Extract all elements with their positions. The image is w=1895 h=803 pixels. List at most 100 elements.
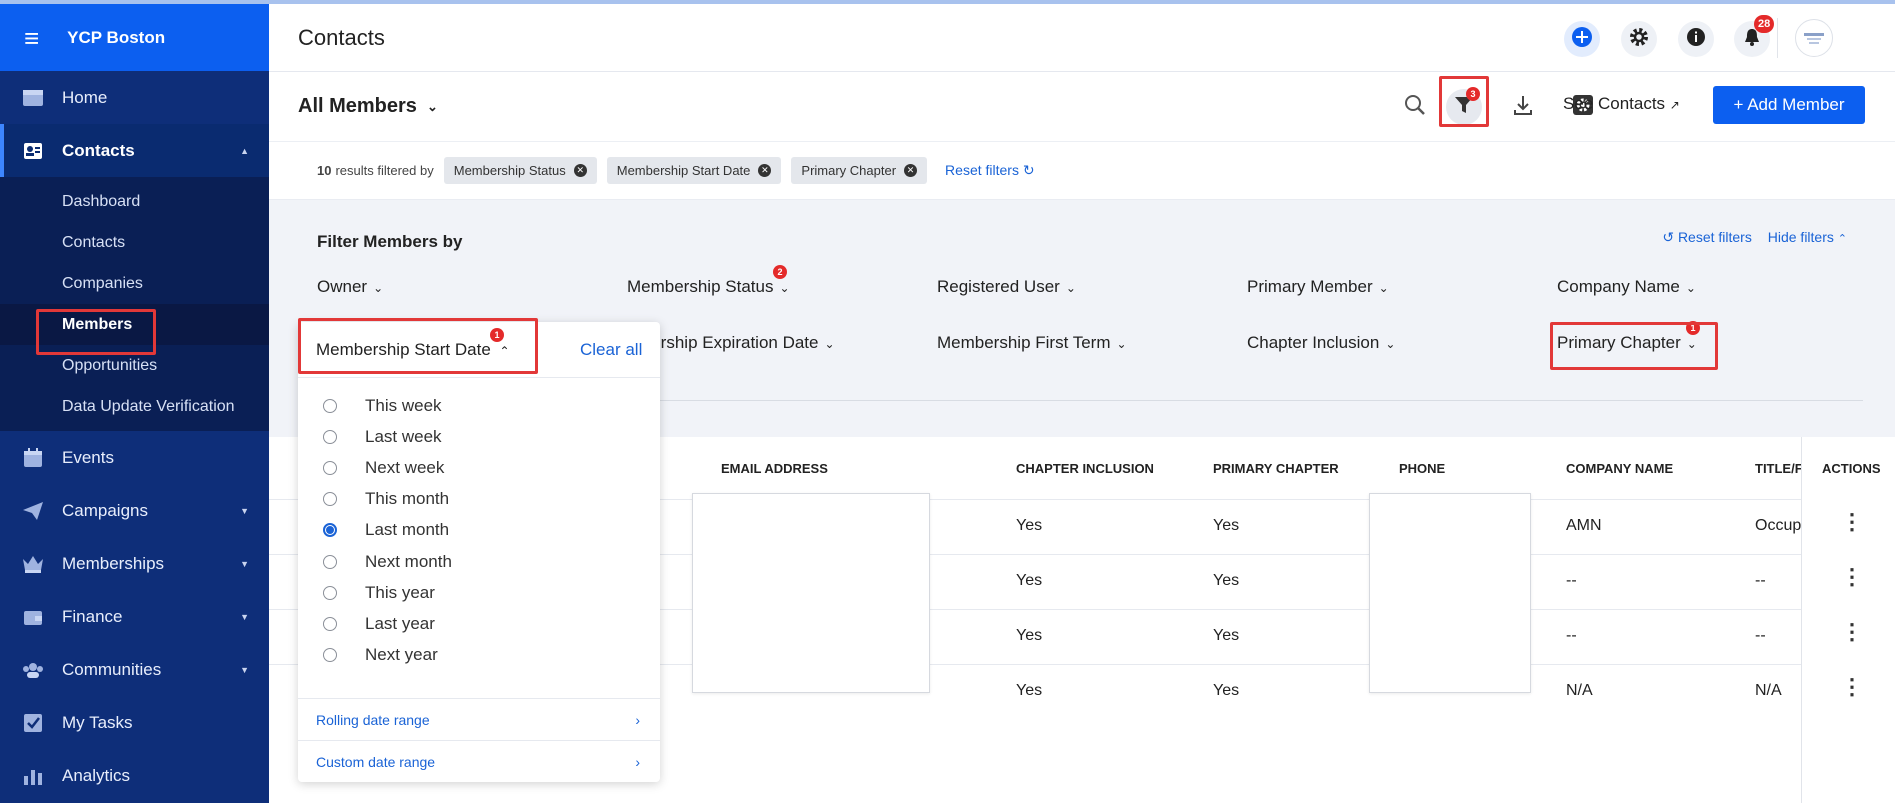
close-icon[interactable]: ✕ <box>758 164 772 177</box>
hide-filters-link[interactable]: Hide filters <box>1768 229 1834 245</box>
chevron-down-icon: ▼ <box>240 664 249 675</box>
rolling-date-range-link[interactable]: Rolling date range › <box>298 698 660 740</box>
add-member-button[interactable]: + Add Member <box>1713 86 1865 124</box>
column-header-phone[interactable]: PHONE <box>1399 461 1445 476</box>
download-button[interactable] <box>1505 89 1541 125</box>
filter-chip-membership-start-date[interactable]: Membership Start Date ✕ <box>606 157 782 184</box>
column-header-title[interactable]: TITLE/F <box>1755 461 1801 476</box>
filter-membership-first-term[interactable]: Membership First Term ⌄ <box>937 333 1127 353</box>
custom-date-range-link[interactable]: Custom date range › <box>298 740 660 782</box>
sidebar-item-campaigns[interactable]: Campaigns ▼ <box>0 484 269 537</box>
radio-button[interactable] <box>323 554 337 569</box>
sidebar-item-analytics[interactable]: Analytics <box>0 749 269 802</box>
option-last-month[interactable]: Last month <box>298 515 660 546</box>
column-header-email[interactable]: EMAIL ADDRESS <box>721 461 828 476</box>
cell-primary-chapter: Yes <box>1213 572 1240 589</box>
more-vertical-icon[interactable]: ⋮ <box>1841 509 1863 535</box>
radio-button-selected[interactable] <box>323 523 337 538</box>
cell-company-name: AMN <box>1566 517 1602 534</box>
cell-title: -- <box>1755 572 1766 589</box>
brand-bar: ≡ YCP Boston <box>0 4 269 71</box>
sidebar-item-my-tasks[interactable]: My Tasks <box>0 696 269 749</box>
filter-owner[interactable]: Owner ⌄ <box>317 277 383 297</box>
more-vertical-icon[interactable]: ⋮ <box>1841 564 1863 590</box>
filter-company-name[interactable]: Company Name ⌄ <box>1557 277 1696 297</box>
option-next-year[interactable]: Next year <box>298 640 660 671</box>
dropdown-title[interactable]: Membership Start Date ⌃ <box>298 340 510 360</box>
home-icon <box>20 87 46 109</box>
filter-membership-status[interactable]: Membership Status ⌄ 2 <box>627 265 790 297</box>
see-contacts-link[interactable]: See Contacts ↗ <box>1563 94 1680 114</box>
filter-label: Primary Chapter <box>1557 333 1681 352</box>
actions-column: ACTIONS ⋮ ⋮ ⋮ ⋮ <box>1801 437 1895 803</box>
sidebar-item-label: My Tasks <box>62 712 133 732</box>
option-this-week[interactable]: This week <box>298 390 660 421</box>
settings-button[interactable] <box>1621 21 1657 57</box>
search-button[interactable] <box>1397 89 1433 125</box>
submenu-item-contacts[interactable]: Contacts <box>0 222 269 263</box>
radio-button[interactable] <box>323 429 337 444</box>
cell-title: -- <box>1755 627 1766 644</box>
view-selector[interactable]: All Members ⌄ <box>269 95 438 118</box>
filter-registered-user[interactable]: Registered User ⌄ <box>937 277 1076 297</box>
chevron-down-icon: ⌄ <box>779 281 790 295</box>
more-vertical-icon[interactable]: ⋮ <box>1841 619 1863 645</box>
filter-chapter-inclusion[interactable]: Chapter Inclusion ⌄ <box>1247 333 1395 353</box>
radio-button[interactable] <box>323 616 337 631</box>
cell-company-name: N/A <box>1566 682 1593 699</box>
option-this-month[interactable]: This month <box>298 484 660 515</box>
sidebar-item-events[interactable]: Events <box>0 431 269 484</box>
reset-filters-link[interactable]: Reset filters ↻ <box>945 162 1035 179</box>
column-header-company-name[interactable]: COMPANY NAME <box>1566 461 1673 476</box>
radio-button[interactable] <box>323 492 337 507</box>
redacted-phone-box <box>1369 493 1531 693</box>
reset-filters-link-2[interactable]: Reset filters <box>1678 229 1752 245</box>
radio-button[interactable] <box>323 398 337 413</box>
option-last-week[interactable]: Last week <box>298 421 660 452</box>
contacts-submenu: Dashboard Contacts Companies Members Opp… <box>0 177 269 431</box>
filter-chip-primary-chapter[interactable]: Primary Chapter ✕ <box>791 157 928 184</box>
submenu-item-dashboard[interactable]: Dashboard <box>0 181 269 222</box>
page-header: Contacts 28 <box>269 4 1895 72</box>
column-header-chapter-inclusion[interactable]: CHAPTER INCLUSION <box>1016 461 1154 476</box>
chip-label: Primary Chapter <box>801 163 897 178</box>
info-icon <box>1686 27 1706 52</box>
submenu-item-opportunities[interactable]: Opportunities <box>0 345 269 386</box>
submenu-item-data-update-verification[interactable]: Data Update Verification <box>0 386 269 427</box>
notifications-button[interactable]: 28 <box>1734 15 1775 57</box>
clear-all-button[interactable]: Clear all <box>580 340 642 360</box>
radio-button[interactable] <box>323 648 337 663</box>
sidebar-item-home[interactable]: Home <box>0 71 269 124</box>
option-this-year[interactable]: This year <box>298 577 660 608</box>
close-icon[interactable]: ✕ <box>904 164 918 177</box>
filter-button[interactable]: 3 <box>1446 87 1482 125</box>
sidebar-item-communities[interactable]: Communities ▼ <box>0 643 269 696</box>
filter-primary-member[interactable]: Primary Member ⌄ <box>1247 277 1389 297</box>
filter-primary-chapter[interactable]: Primary Chapter ⌄ 1 <box>1557 321 1700 353</box>
close-icon[interactable]: ✕ <box>573 164 587 177</box>
radio-button[interactable] <box>323 585 337 600</box>
option-last-year[interactable]: Last year <box>298 608 660 639</box>
submenu-item-members[interactable]: Members <box>0 304 269 345</box>
column-header-primary-chapter[interactable]: PRIMARY CHAPTER <box>1213 461 1339 476</box>
filters-panel-actions: ↺ Reset filters Hide filters ⌃ <box>1662 229 1847 246</box>
results-count: 10 <box>317 163 332 178</box>
avatar[interactable] <box>1795 19 1833 57</box>
option-label: Next week <box>365 457 445 477</box>
membership-start-date-dropdown: Membership Start Date ⌃ 1 Clear all This… <box>298 322 660 782</box>
filter-chip-membership-status[interactable]: Membership Status ✕ <box>443 157 597 184</box>
option-next-month[interactable]: Next month <box>298 546 660 577</box>
gear-icon <box>1629 27 1649 52</box>
sidebar-item-finance[interactable]: Finance ▼ <box>0 590 269 643</box>
more-vertical-icon[interactable]: ⋮ <box>1841 674 1863 700</box>
create-button[interactable] <box>1564 21 1600 57</box>
submenu-item-companies[interactable]: Companies <box>0 263 269 304</box>
radio-button[interactable] <box>323 460 337 475</box>
option-next-week[interactable]: Next week <box>298 452 660 483</box>
sidebar-item-memberships[interactable]: Memberships ▼ <box>0 537 269 590</box>
option-label: Last week <box>365 426 442 446</box>
sidebar-item-contacts[interactable]: Contacts ▲ <box>0 124 269 177</box>
info-button[interactable] <box>1678 21 1714 57</box>
menu-icon[interactable]: ≡ <box>24 25 39 51</box>
paper-plane-icon <box>20 500 46 522</box>
